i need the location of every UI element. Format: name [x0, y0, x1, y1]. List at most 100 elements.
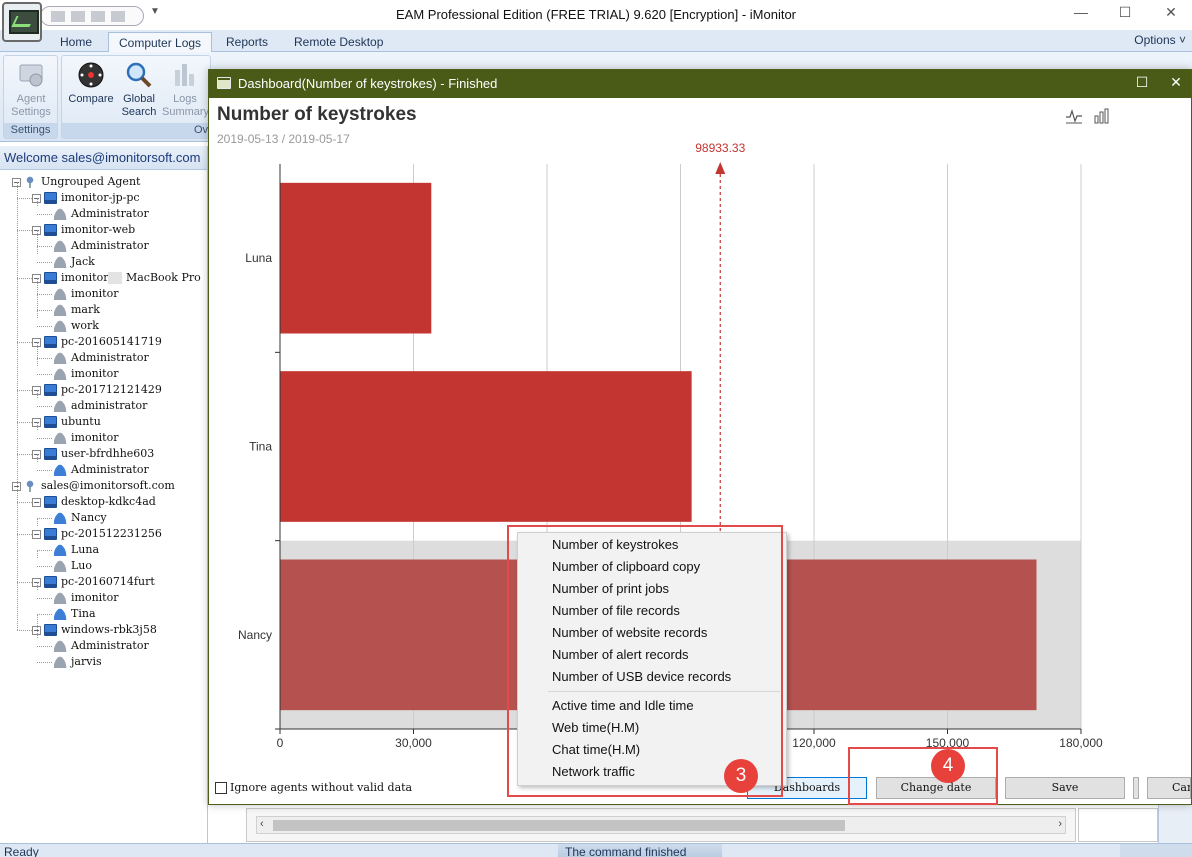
- computer-icon: [44, 272, 57, 284]
- user-icon: [54, 368, 67, 380]
- tree-node-user[interactable]: Administrator: [54, 350, 149, 366]
- tree-connector: [17, 422, 32, 423]
- tree-node-label: imonitor: [71, 367, 119, 380]
- tree-node-user[interactable]: mark: [54, 302, 100, 318]
- tree-node-user[interactable]: imonitor: [54, 366, 118, 382]
- tree-node-label: mark: [71, 303, 100, 316]
- user-icon: [54, 640, 67, 652]
- compare-button[interactable]: Compare: [66, 60, 116, 106]
- tree-node-pc[interactable]: − pc-201605141719: [32, 334, 162, 350]
- collapse-toggle-icon[interactable]: −: [32, 497, 41, 507]
- tree-connector: [37, 614, 38, 638]
- magnifier-icon: [126, 62, 152, 88]
- maximize-button[interactable]: ☐: [1110, 4, 1140, 21]
- tree-node-pc[interactable]: − imonitor-web: [32, 222, 135, 238]
- tree-node-label: Administrator: [71, 463, 149, 476]
- tree-connector: [37, 374, 52, 375]
- options-menu[interactable]: Options ˅: [1134, 33, 1186, 47]
- tree-node-label: pc-201712121429: [61, 383, 162, 396]
- user-icon: [54, 288, 67, 300]
- tree-node-pc[interactable]: − pc-201712121429: [32, 382, 162, 398]
- computer-icon: [44, 192, 57, 204]
- tree-connector: [37, 310, 52, 311]
- tree-node-pc[interactable]: − desktop-kdkc4ad: [32, 494, 156, 510]
- tree-node-user[interactable]: work: [54, 318, 99, 334]
- global-search-button[interactable]: Global Search: [116, 60, 162, 119]
- tree-connector: [37, 214, 52, 215]
- tree-node-user[interactable]: Luna: [54, 542, 99, 558]
- tree-node-user[interactable]: Administrator: [54, 238, 149, 254]
- user-icon: [54, 240, 67, 252]
- tree-node-label: desktop-kdkc4ad: [61, 495, 156, 508]
- agent-settings-icon: [19, 64, 43, 87]
- tree-node-user[interactable]: Administrator: [54, 206, 149, 222]
- user-icon: [54, 544, 67, 556]
- tree-node-user[interactable]: Jack: [54, 254, 95, 270]
- main-titlebar: ▼ EAM Professional Edition (FREE TRIAL) …: [0, 0, 1192, 30]
- checkbox-square[interactable]: [215, 781, 227, 794]
- tree-connector: [37, 326, 52, 327]
- tree-connector: [37, 230, 38, 254]
- tree-connector: [17, 342, 32, 343]
- tree-node-pc[interactable]: − ubuntu: [32, 414, 101, 430]
- tree-node-user[interactable]: Luo: [54, 558, 92, 574]
- computer-icon: [44, 576, 57, 588]
- user-icon: [54, 656, 67, 668]
- logs-summary-button[interactable]: Logs Summary: [162, 60, 210, 119]
- agent-settings-label: Agent Settings: [11, 93, 51, 118]
- tree-node-label: imonitor: [71, 287, 119, 300]
- app-logo-icon[interactable]: [2, 2, 42, 42]
- tree-node-pc[interactable]: − imonitor MacBook Pro: [32, 270, 201, 286]
- scroll-right-icon[interactable]: ›: [1058, 818, 1062, 830]
- tree-node-pc[interactable]: − windows-rbk3j58: [32, 622, 157, 638]
- tree-node-user[interactable]: imonitor: [54, 430, 118, 446]
- tree-node-pc[interactable]: − pc-201512231256: [32, 526, 162, 542]
- tree-node-user[interactable]: administrator: [54, 398, 147, 414]
- tab-remote-desktop[interactable]: Remote Desktop: [284, 32, 393, 52]
- tree-connector: [17, 582, 32, 583]
- close-button[interactable]: ✕: [1156, 4, 1186, 21]
- tab-reports[interactable]: Reports: [216, 32, 278, 52]
- logs-summary-label: Logs Summary: [162, 93, 210, 118]
- tree-node-label: Luo: [71, 559, 93, 572]
- tree-node-label: work: [71, 319, 99, 332]
- zoom-control[interactable]: [1120, 844, 1192, 857]
- tree-node-pc[interactable]: − pc-20160714furt: [32, 574, 155, 590]
- tree-node-label-suffix: MacBook Pro: [122, 271, 201, 284]
- tree-node-user[interactable]: jarvis: [54, 654, 102, 670]
- tree-node-user[interactable]: Tina: [54, 606, 96, 622]
- save-button[interactable]: Save: [1005, 777, 1125, 799]
- tree-node-label: Administrator: [71, 351, 149, 364]
- ribbon-tabs: Home Computer Logs Reports Remote Deskto…: [0, 30, 1192, 52]
- cancel-button[interactable]: Canc: [1147, 777, 1191, 799]
- minimize-button[interactable]: —: [1066, 4, 1096, 20]
- tree-node-pc[interactable]: − user-bfrdhhe603: [32, 446, 154, 462]
- computer-icon: [44, 624, 57, 636]
- computer-icon: [44, 336, 57, 348]
- tree-node-user[interactable]: Administrator: [54, 638, 149, 654]
- user-icon: [54, 560, 67, 572]
- tree-node-label: Ungrouped Agent: [41, 175, 141, 188]
- tree-node-pc[interactable]: − imonitor-jp-pc: [32, 190, 140, 206]
- tab-computer-logs[interactable]: Computer Logs: [108, 32, 213, 52]
- tree-connector: [37, 262, 52, 263]
- tab-home[interactable]: Home: [50, 32, 102, 52]
- agent-settings-button[interactable]: Agent Settings: [9, 60, 53, 119]
- tree-node-user[interactable]: imonitor: [54, 590, 118, 606]
- tree-connector: [37, 390, 38, 398]
- tree-connector: [17, 502, 32, 503]
- tree-node-group[interactable]: − Ungrouped Agent: [12, 174, 140, 190]
- scrollbar-thumb[interactable]: [273, 820, 845, 831]
- collapse-toggle-icon[interactable]: −: [32, 529, 41, 539]
- tree-node-user[interactable]: Administrator: [54, 462, 149, 478]
- computer-icon: [44, 416, 57, 428]
- tree-node-user[interactable]: Nancy: [54, 510, 107, 526]
- tree-node-label: Luna: [71, 543, 100, 556]
- tree-connector: [37, 278, 38, 318]
- tree-connector: [17, 502, 18, 630]
- tree-node-user[interactable]: imonitor: [54, 286, 118, 302]
- ignore-agents-checkbox[interactable]: Ignore agents without valid data: [215, 781, 412, 794]
- scroll-left-icon[interactable]: ‹: [260, 818, 264, 830]
- tree-node-group[interactable]: − sales@imonitorsoft.com: [12, 478, 175, 494]
- horizontal-scrollbar[interactable]: ‹ ›: [256, 816, 1066, 834]
